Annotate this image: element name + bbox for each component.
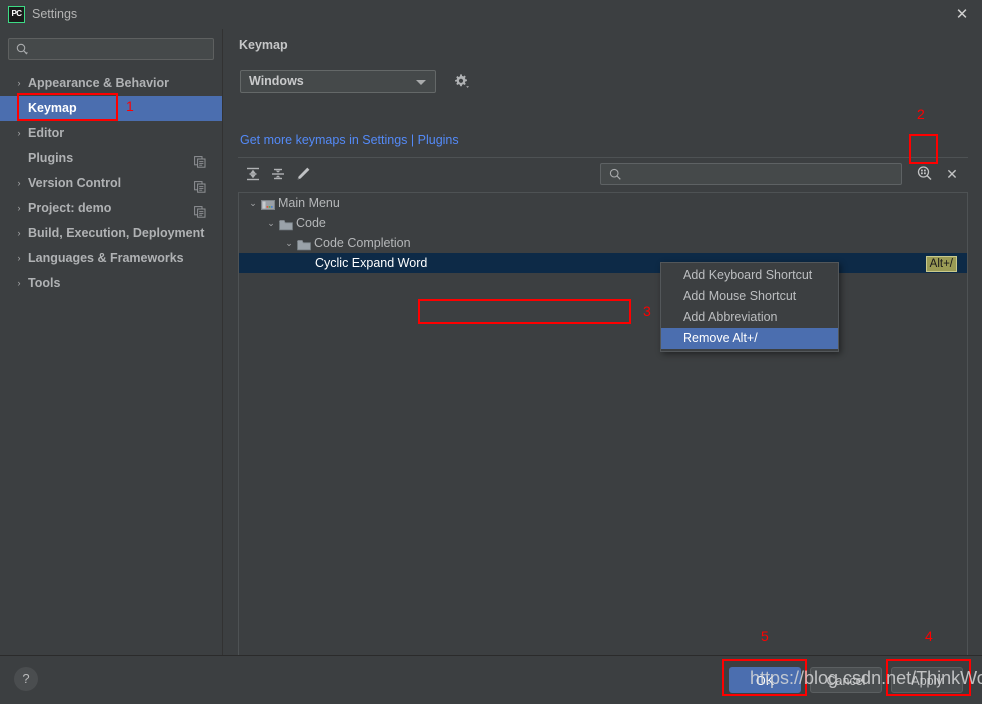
sidebar-item-build-execution-deployment[interactable]: ›Build, Execution, Deployment bbox=[0, 221, 222, 246]
tree-row-label: Code Completion bbox=[314, 233, 411, 253]
chevron-down-icon[interactable]: ⌄ bbox=[283, 233, 295, 253]
sidebar-item-tools[interactable]: ›Tools bbox=[0, 271, 222, 296]
keymap-scheme-select[interactable]: Windows bbox=[240, 70, 436, 93]
tree-row[interactable]: ⌄ Main Menu bbox=[239, 193, 967, 213]
tree-row-label: Code bbox=[296, 213, 326, 233]
chevron-down-icon bbox=[416, 80, 426, 85]
sidebar-item-label: Keymap bbox=[28, 96, 77, 121]
keymap-action-tree[interactable]: ⌄Main Menu⌄Code⌄Code CompletionCyclic Ex… bbox=[238, 192, 968, 662]
apply-button[interactable]: Apply bbox=[891, 667, 963, 693]
context-menu-item[interactable]: Add Abbreviation bbox=[661, 307, 838, 328]
context-menu-item[interactable]: Add Mouse Shortcut bbox=[661, 286, 838, 307]
search-icon bbox=[609, 168, 620, 179]
tree-row-label: Main Menu bbox=[278, 193, 340, 213]
help-icon[interactable]: ? bbox=[14, 667, 38, 691]
context-menu-item[interactable]: Add Keyboard Shortcut bbox=[661, 265, 838, 286]
sidebar-item-version-control[interactable]: ›Version Control bbox=[0, 171, 222, 196]
pycharm-logo-icon: PC bbox=[8, 6, 25, 23]
sidebar-category-list: ›Appearance & BehaviorKeymap›EditorPlugi… bbox=[0, 71, 222, 296]
context-menu-item[interactable]: Remove Alt+/ bbox=[661, 328, 838, 349]
chevron-right-icon[interactable]: › bbox=[14, 271, 24, 296]
copy-icon bbox=[194, 202, 206, 214]
sidebar-item-label: Plugins bbox=[28, 146, 73, 171]
tree-row-label: Cyclic Expand Word bbox=[315, 253, 427, 273]
chevron-right-icon[interactable]: › bbox=[14, 71, 24, 96]
tree-row[interactable]: ⌄ Code Completion bbox=[239, 233, 967, 253]
dialog-footer: ? OK Cancel Apply bbox=[0, 655, 982, 704]
keymap-toolbar: ✕ bbox=[238, 157, 968, 187]
find-by-shortcut-icon[interactable] bbox=[914, 163, 936, 185]
tree-row[interactable]: Cyclic Expand Word Alt+/ bbox=[239, 253, 967, 273]
sidebar-item-label: Editor bbox=[28, 121, 64, 146]
ok-button[interactable]: OK bbox=[729, 667, 801, 693]
sidebar-item-keymap[interactable]: Keymap bbox=[0, 96, 222, 121]
tree-row[interactable]: ⌄ Code bbox=[239, 213, 967, 233]
keymap-search-input[interactable] bbox=[600, 163, 902, 185]
sidebar-item-plugins[interactable]: Plugins bbox=[0, 146, 222, 171]
keymap-scheme-value: Windows bbox=[249, 74, 304, 88]
close-icon[interactable]: ✕ bbox=[952, 6, 972, 24]
chevron-down-icon[interactable]: ⌄ bbox=[265, 213, 277, 233]
window-title: Settings bbox=[32, 7, 77, 21]
gear-icon[interactable] bbox=[451, 72, 471, 92]
sidebar-item-label: Languages & Frameworks bbox=[28, 246, 184, 271]
sidebar-item-languages-frameworks[interactable]: ›Languages & Frameworks bbox=[0, 246, 222, 271]
sidebar-item-editor[interactable]: ›Editor bbox=[0, 121, 222, 146]
sidebar-item-appearance-behavior[interactable]: ›Appearance & Behavior bbox=[0, 71, 222, 96]
get-more-keymaps-link[interactable]: Get more keymaps in Settings | Plugins bbox=[240, 133, 459, 147]
copy-icon bbox=[194, 177, 206, 189]
shortcut-context-menu[interactable]: Add Keyboard ShortcutAdd Mouse ShortcutA… bbox=[660, 262, 839, 352]
sidebar-item-label: Project: demo bbox=[28, 196, 111, 221]
settings-sidebar: ›Appearance & BehaviorKeymap›EditorPlugi… bbox=[0, 29, 223, 655]
collapse-all-icon[interactable] bbox=[268, 164, 288, 184]
clear-search-icon[interactable]: ✕ bbox=[941, 163, 963, 185]
sidebar-item-label: Build, Execution, Deployment bbox=[28, 221, 204, 246]
sidebar-item-label: Version Control bbox=[28, 171, 121, 196]
expand-all-icon[interactable] bbox=[243, 164, 263, 184]
chevron-right-icon[interactable]: › bbox=[14, 171, 24, 196]
copy-icon bbox=[194, 152, 206, 164]
folder-icon bbox=[297, 237, 310, 249]
chevron-right-icon[interactable]: › bbox=[14, 196, 24, 221]
sidebar-item-label: Tools bbox=[28, 271, 60, 296]
edit-shortcut-icon[interactable] bbox=[293, 164, 313, 184]
title-bar: PC Settings ✕ bbox=[0, 0, 982, 29]
folder-icon bbox=[279, 217, 292, 229]
sidebar-search-input[interactable] bbox=[8, 38, 214, 60]
search-icon bbox=[16, 43, 27, 54]
chevron-right-icon[interactable]: › bbox=[14, 121, 24, 146]
cancel-button[interactable]: Cancel bbox=[810, 667, 882, 693]
sidebar-item-project-demo[interactable]: ›Project: demo bbox=[0, 196, 222, 221]
chevron-right-icon[interactable]: › bbox=[14, 246, 24, 271]
shortcut-badge: Alt+/ bbox=[926, 256, 957, 272]
chevron-right-icon[interactable]: › bbox=[14, 221, 24, 246]
page-title: Keymap bbox=[239, 38, 288, 52]
sidebar-item-label: Appearance & Behavior bbox=[28, 71, 169, 96]
chevron-down-icon[interactable]: ⌄ bbox=[247, 193, 259, 213]
keymap-panel: Keymap Windows Get more keymaps in Setti… bbox=[223, 29, 982, 655]
main-menu-icon bbox=[261, 197, 274, 209]
